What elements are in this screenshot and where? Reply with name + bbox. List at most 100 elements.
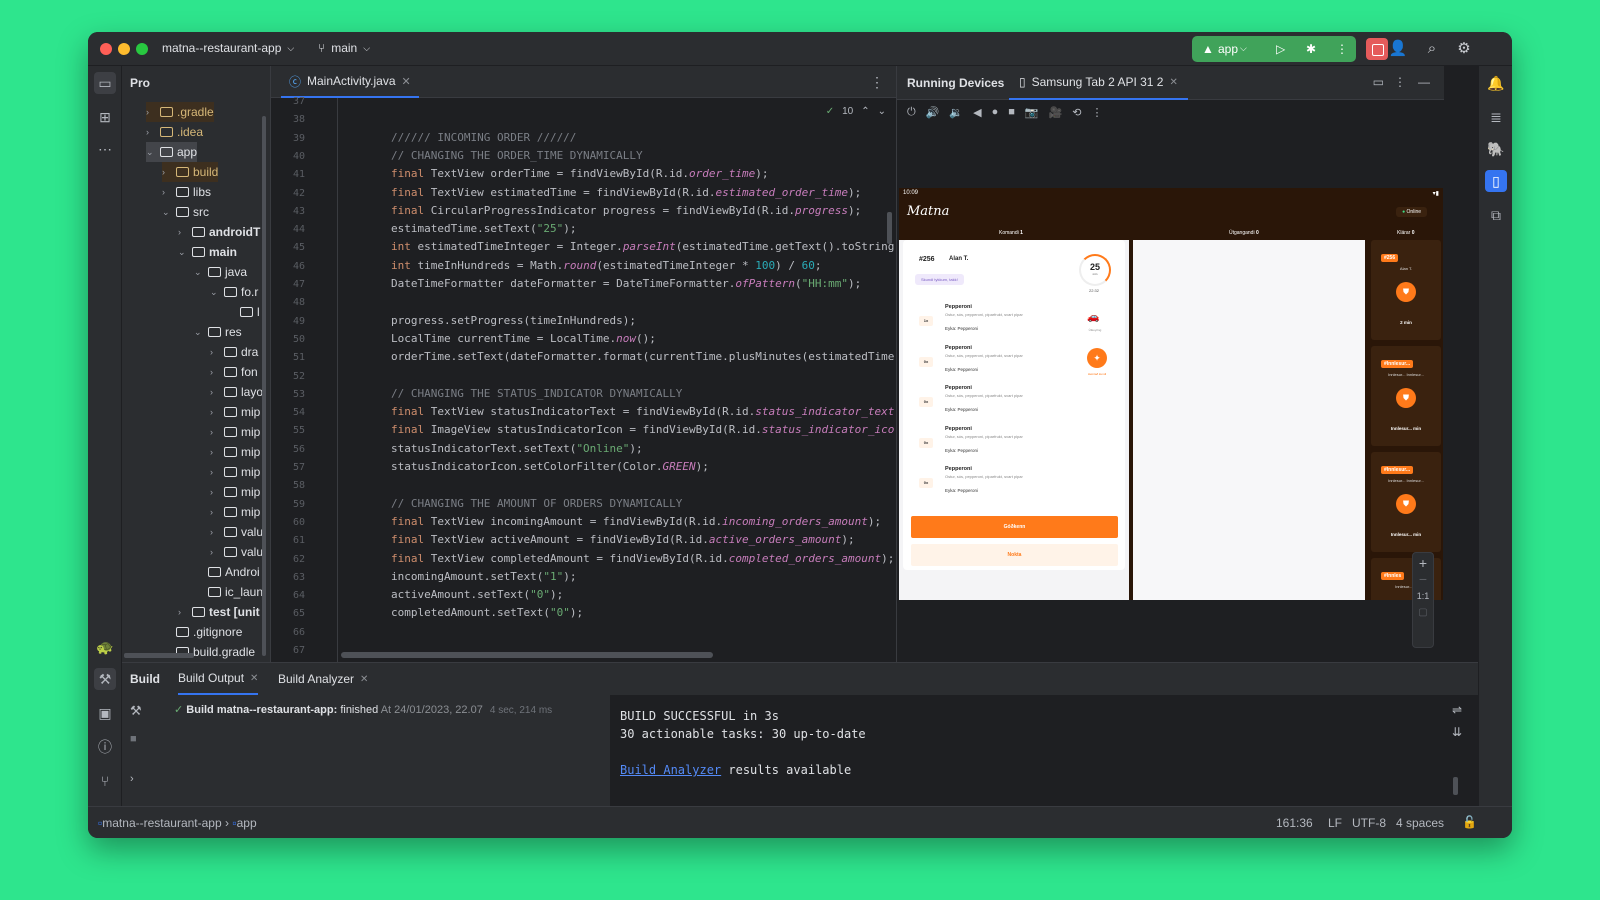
chevron-right-icon[interactable]: › [210, 527, 220, 537]
chevron-down-icon[interactable]: ⌄ [162, 207, 172, 218]
lock-icon[interactable]: 🔓 [1462, 815, 1477, 829]
car-icon[interactable]: 🚗 [1087, 312, 1099, 323]
close-tab-icon[interactable]: ✕ [250, 673, 258, 684]
tree-item[interactable]: › libs [162, 182, 211, 202]
chevron-right-icon[interactable]: › [210, 407, 220, 417]
tree-item[interactable]: › mip [210, 402, 260, 422]
settings-icon[interactable]: ⚙ [1454, 39, 1474, 59]
tree-item[interactable]: › mip [210, 442, 260, 462]
tab-device[interactable]: ▯ Samsung Tab 2 API 31 2 ✕ [1009, 66, 1188, 100]
close-window-button[interactable] [100, 43, 112, 55]
folder-icon[interactable]: ▭ [94, 72, 116, 94]
chevron-down-icon[interactable]: ⌄ [146, 147, 156, 158]
running-devices-icon[interactable]: ▯ [1485, 170, 1507, 192]
tree-item[interactable]: ⌄ res [194, 322, 242, 342]
tree-item[interactable]: ⌄ main [178, 242, 237, 262]
tree-item[interactable]: ⌄ fo.r [210, 282, 258, 302]
tree-item[interactable]: ic_laun [194, 582, 263, 602]
zoom-fit-icon[interactable]: ▢ [1413, 607, 1433, 618]
line-separator[interactable]: LF [1328, 816, 1342, 830]
build-result-row[interactable]: ✓ Build matna--restaurant-app: finished … [174, 703, 552, 716]
stop-build-icon[interactable]: ■ [130, 733, 137, 745]
gradle-icon[interactable]: 🐘 [1485, 138, 1507, 160]
tab-incoming[interactable]: Komandi 1 [999, 230, 1023, 236]
indent-setting[interactable]: 4 spaces [1396, 816, 1444, 830]
breadcrumb-module[interactable]: app [237, 816, 257, 830]
completed-order-card[interactable]: #256 Alan T. ⛊ 2 min [1371, 240, 1441, 340]
chevron-right-icon[interactable]: › [178, 227, 188, 237]
chevron-right-icon[interactable]: › [146, 107, 156, 117]
tab-options-icon[interactable]: ⋮ [870, 74, 884, 91]
code-area[interactable]: ////// INCOMING ORDER ////// // CHANGING … [391, 98, 897, 662]
tree-item[interactable]: › valu [210, 542, 263, 562]
debug-button[interactable]: ✱ [1306, 42, 1316, 56]
home-icon[interactable]: ● [992, 106, 999, 119]
tree-item[interactable]: ⌄ src [162, 202, 209, 222]
chevron-right-icon[interactable]: › [210, 547, 220, 557]
run-config-selector[interactable]: app [1218, 42, 1238, 56]
volume-down-icon[interactable]: 🔉 [949, 106, 963, 119]
chevron-down-icon[interactable]: ⌄ [178, 247, 188, 258]
chevron-right-icon[interactable]: › [210, 467, 220, 477]
tree-item[interactable]: build.gradle [162, 642, 255, 662]
branch-selector[interactable]: ⑂ main ⌵ [318, 41, 370, 55]
more-actions-button[interactable]: ⋮ [1336, 42, 1348, 56]
tree-item[interactable]: › fon [210, 362, 258, 382]
editor-scrollbar[interactable] [887, 212, 892, 244]
tab-mainactivity[interactable]: ⓒ MainActivity.java ✕ [281, 66, 419, 98]
build-console[interactable]: BUILD SUCCESSFUL in 3s 30 actionable tas… [610, 695, 1478, 807]
zoom-in-icon[interactable]: + [1413, 555, 1433, 571]
tree-item[interactable]: › .idea [146, 122, 203, 142]
zoom-actual-size[interactable]: 1:1 [1413, 591, 1433, 601]
device-manager-icon[interactable]: ⧉ [1485, 204, 1507, 226]
logcat-icon[interactable]: 🐢 [94, 636, 116, 658]
project-selector[interactable]: matna--restaurant-app ⌵ [162, 41, 294, 55]
tree-item[interactable]: › dra [210, 342, 258, 362]
chevron-right-icon[interactable]: › [210, 507, 220, 517]
console-scrollbar[interactable] [1453, 777, 1458, 795]
stop-button[interactable] [1366, 38, 1388, 60]
tree-item[interactable]: › mip [210, 422, 260, 442]
minimize-window-button[interactable] [118, 43, 130, 55]
tree-item[interactable]: ⌄ java [194, 262, 247, 282]
tree-item[interactable]: › mip [210, 502, 260, 522]
close-tab-icon[interactable]: ✕ [1169, 77, 1177, 88]
chevron-down-icon[interactable]: ⌄ [210, 287, 220, 298]
device-screen[interactable]: 10:09 ▾▮ Matna ● Online Komandi 1 Útgang… [899, 188, 1443, 600]
chevron-right-icon[interactable]: › [146, 127, 156, 137]
chevron-right-icon[interactable]: › [162, 167, 172, 177]
problems-icon[interactable]: ⓘ [94, 736, 116, 758]
tab-completed[interactable]: Klárar 0 [1397, 230, 1415, 236]
chevron-right-icon[interactable]: › [210, 447, 220, 457]
scroll-to-end-icon[interactable]: ⇊ [1452, 725, 1462, 739]
more-icon[interactable]: ⋮ [1092, 106, 1103, 119]
tree-item[interactable]: Androi [194, 562, 260, 582]
chevron-right-icon[interactable]: › [210, 387, 220, 397]
chevron-right-icon[interactable]: › [210, 347, 220, 357]
chevron-right-icon[interactable]: › [210, 427, 220, 437]
tree-item[interactable]: › .gradle [146, 102, 214, 122]
soft-wrap-icon[interactable]: ⇌ [1452, 703, 1462, 717]
chevron-right-icon[interactable]: › [162, 187, 172, 197]
chevron-right-icon[interactable]: › [210, 487, 220, 497]
git-icon[interactable]: ⑂ [94, 770, 116, 792]
caret-position[interactable]: 161:36 [1276, 816, 1313, 830]
tree-item[interactable]: l [226, 302, 260, 322]
tree-item[interactable]: › mip [210, 482, 260, 502]
tree-item[interactable]: › mip [210, 462, 260, 482]
more-tools-icon[interactable]: ⋯ [94, 138, 116, 160]
breadcrumb-project[interactable]: matna--restaurant-app [102, 816, 221, 830]
options-icon[interactable]: ⋮ [1394, 75, 1406, 89]
minimize-panel-icon[interactable]: — [1418, 75, 1430, 89]
build-hammer-icon[interactable]: ⚒ [94, 668, 116, 690]
tree-item[interactable]: › build [162, 162, 219, 182]
record-icon[interactable]: 🎥 [1049, 106, 1063, 119]
tree-item[interactable]: › layo [210, 382, 263, 402]
tree-item[interactable]: › test [unit [178, 602, 260, 622]
pickup-icon[interactable]: ✦ [1087, 348, 1107, 368]
editor-hscrollbar[interactable] [341, 652, 713, 658]
reject-button[interactable]: Nokta [911, 544, 1118, 566]
tab-build-output[interactable]: Build Output ✕ [178, 663, 259, 695]
project-hscrollbar[interactable] [124, 653, 194, 658]
close-tab-icon[interactable]: ✕ [402, 75, 411, 88]
